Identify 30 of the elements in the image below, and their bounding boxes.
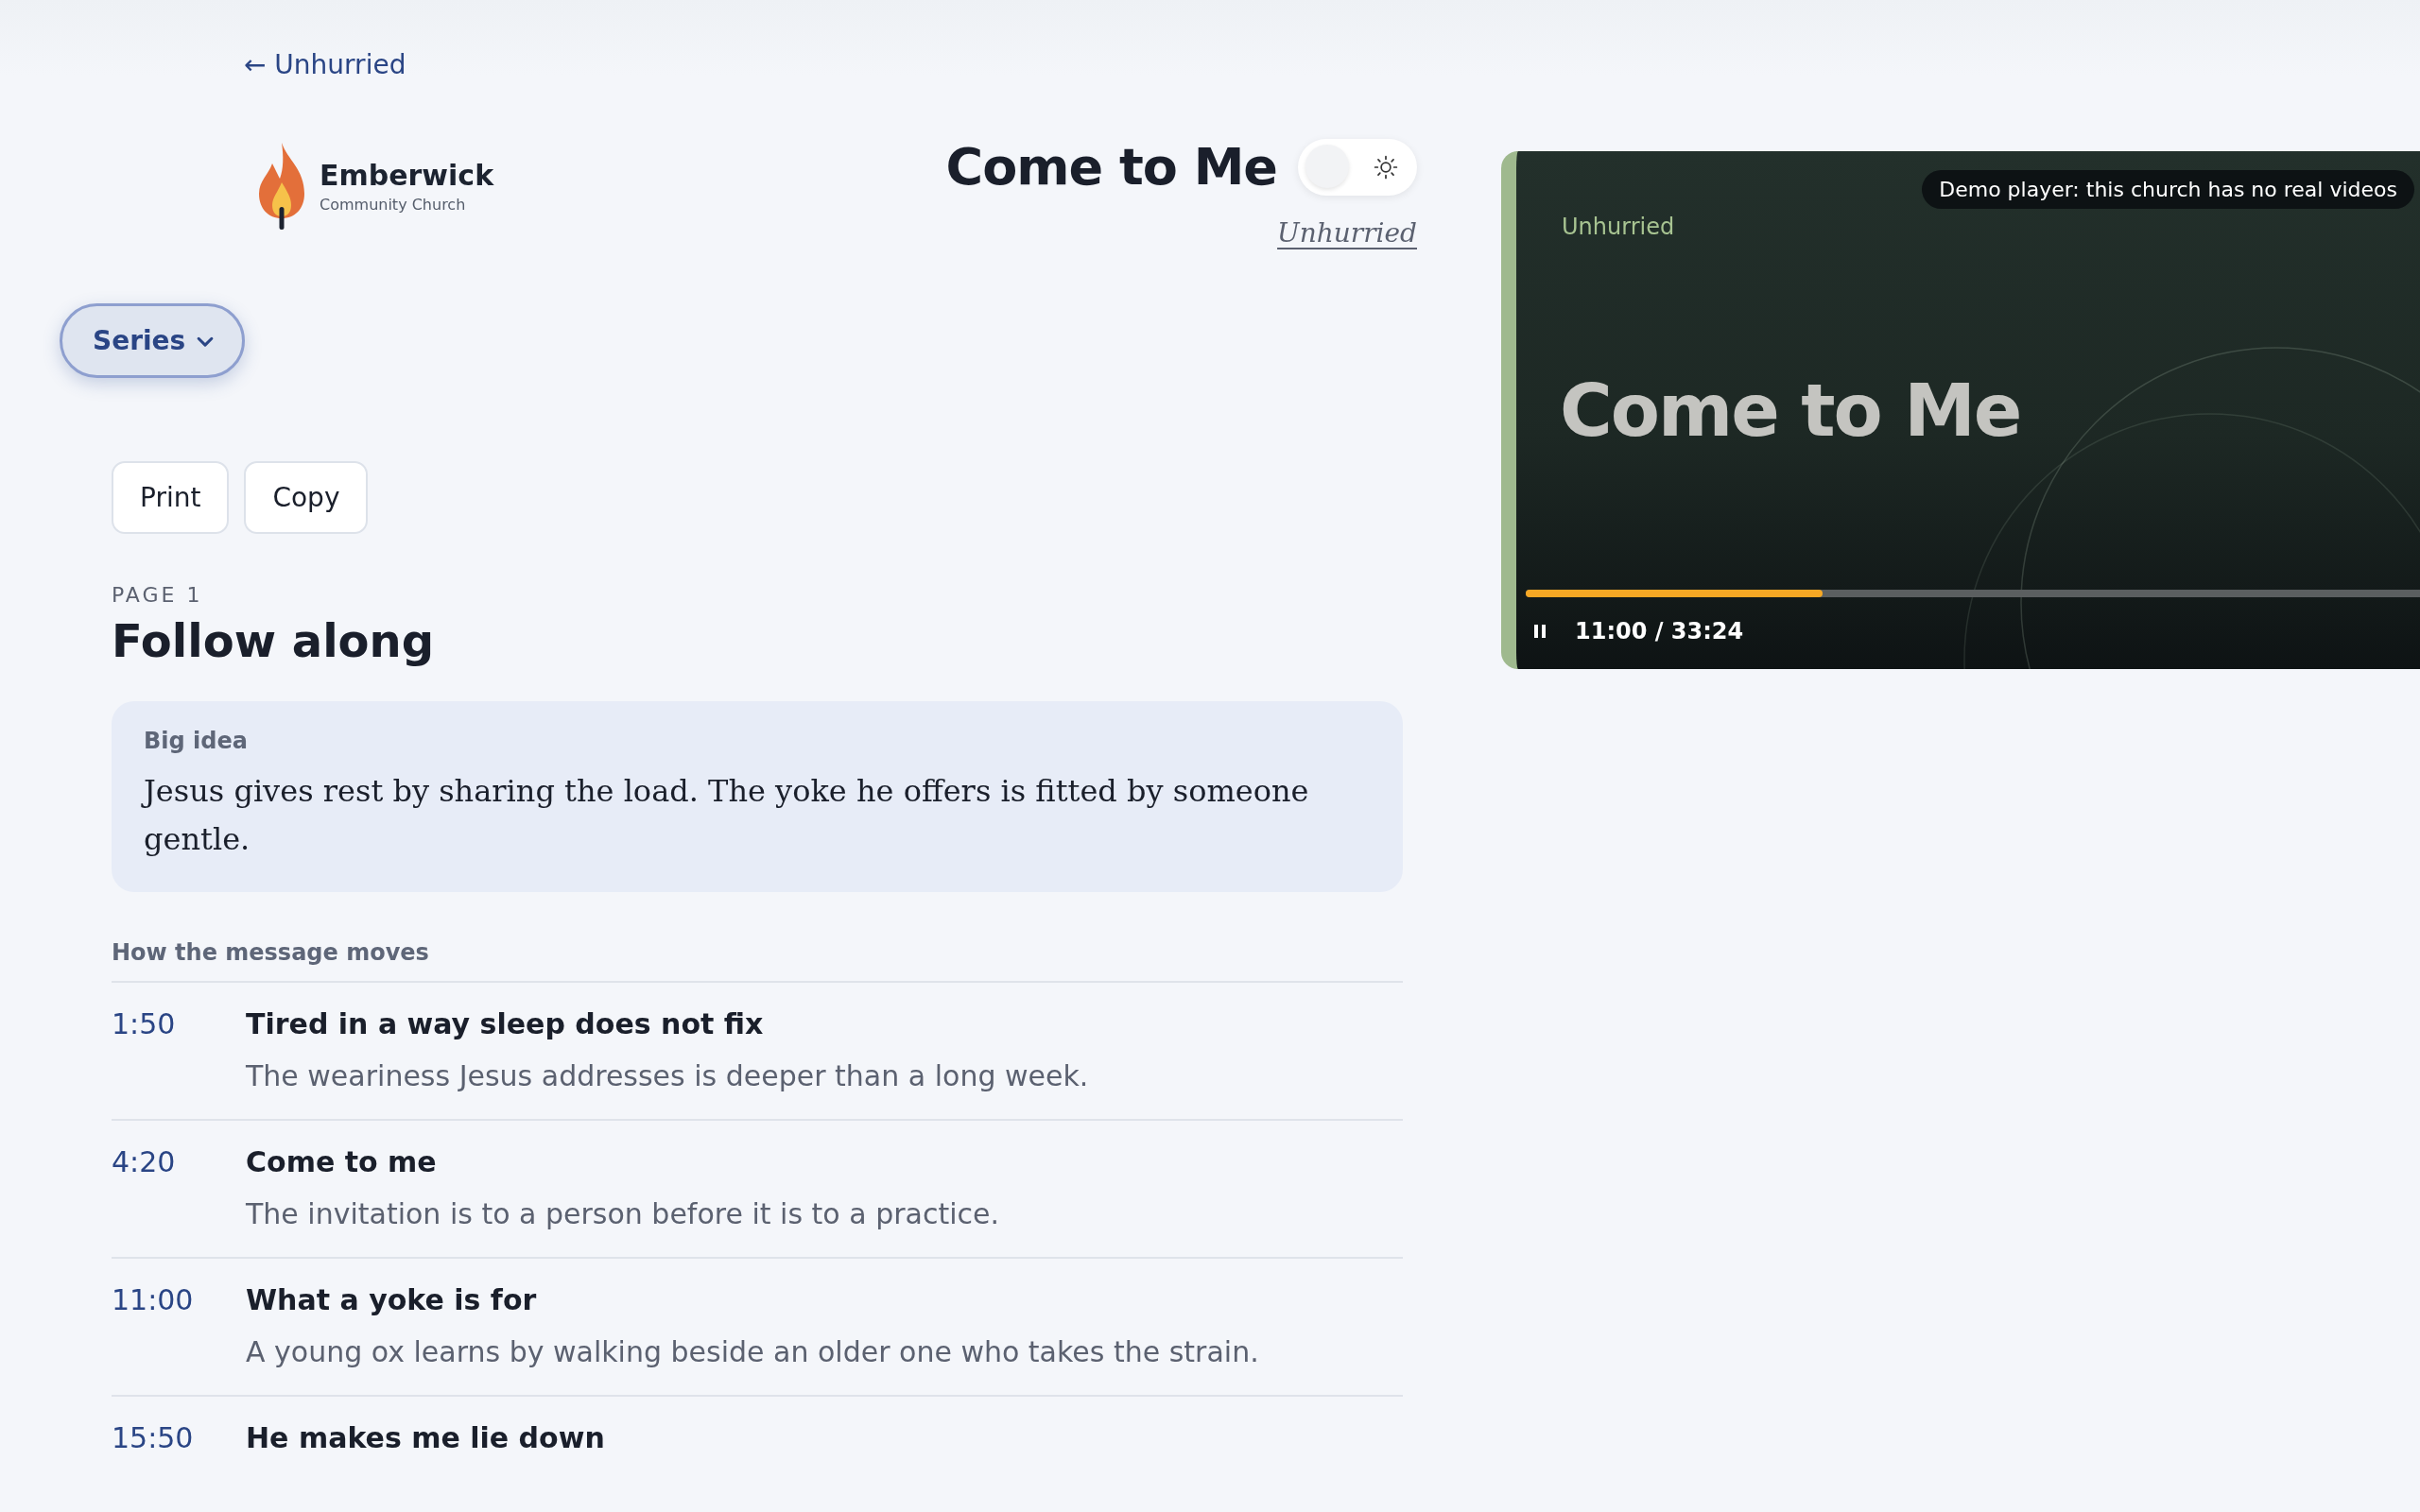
action-button[interactable]: Copy xyxy=(244,461,369,534)
big-idea-label: Big idea xyxy=(144,728,249,754)
timestamp-link[interactable]: 1:50 xyxy=(112,1007,246,1093)
pause-icon xyxy=(1533,624,1547,639)
outline-heading: How the message moves xyxy=(112,939,429,969)
timestamp-link[interactable]: 4:20 xyxy=(112,1145,246,1231)
sun-icon xyxy=(1374,154,1398,180)
series-dropdown-button[interactable]: Series xyxy=(60,303,246,378)
page-heading: Follow along xyxy=(112,614,435,667)
point-title: Come to me xyxy=(246,1145,438,1179)
sermon-title: Come to Me xyxy=(945,137,1277,197)
point-description: A young ox learns by walking beside an older one who takes the strain. xyxy=(246,1335,1259,1369)
timestamp-link[interactable]: 11:00 xyxy=(112,1283,246,1369)
back-link[interactable]: ← Unhurried xyxy=(244,49,406,80)
video-series-label: Unhurried xyxy=(1562,214,1675,240)
series-link[interactable]: Unhurried xyxy=(1277,217,1417,249)
action-button[interactable]: Print xyxy=(112,461,230,534)
point-description: The weariness Jesus addresses is deeper than a long week. xyxy=(246,1059,1089,1093)
video-title: Come to Me xyxy=(1560,369,2021,453)
point-description: The invitation is to a person before it is to a practice. xyxy=(246,1197,999,1231)
church-name: Emberwick xyxy=(320,159,494,192)
playback-time: 11:00 / 33:24 xyxy=(1575,618,1744,644)
demo-notice-badge: Demo player: this church has no real videos xyxy=(1922,170,2414,209)
point-title: Tired in a way sleep does not fix xyxy=(246,1007,765,1041)
point-title: He makes me lie down xyxy=(246,1421,605,1455)
timestamp-link[interactable]: 15:50 xyxy=(112,1421,246,1455)
page-label: PAGE 1 xyxy=(112,583,203,607)
point-title: What a yoke is for xyxy=(246,1283,538,1317)
progress-track[interactable] xyxy=(1526,590,2420,597)
church-subtitle: Community Church xyxy=(320,196,467,214)
